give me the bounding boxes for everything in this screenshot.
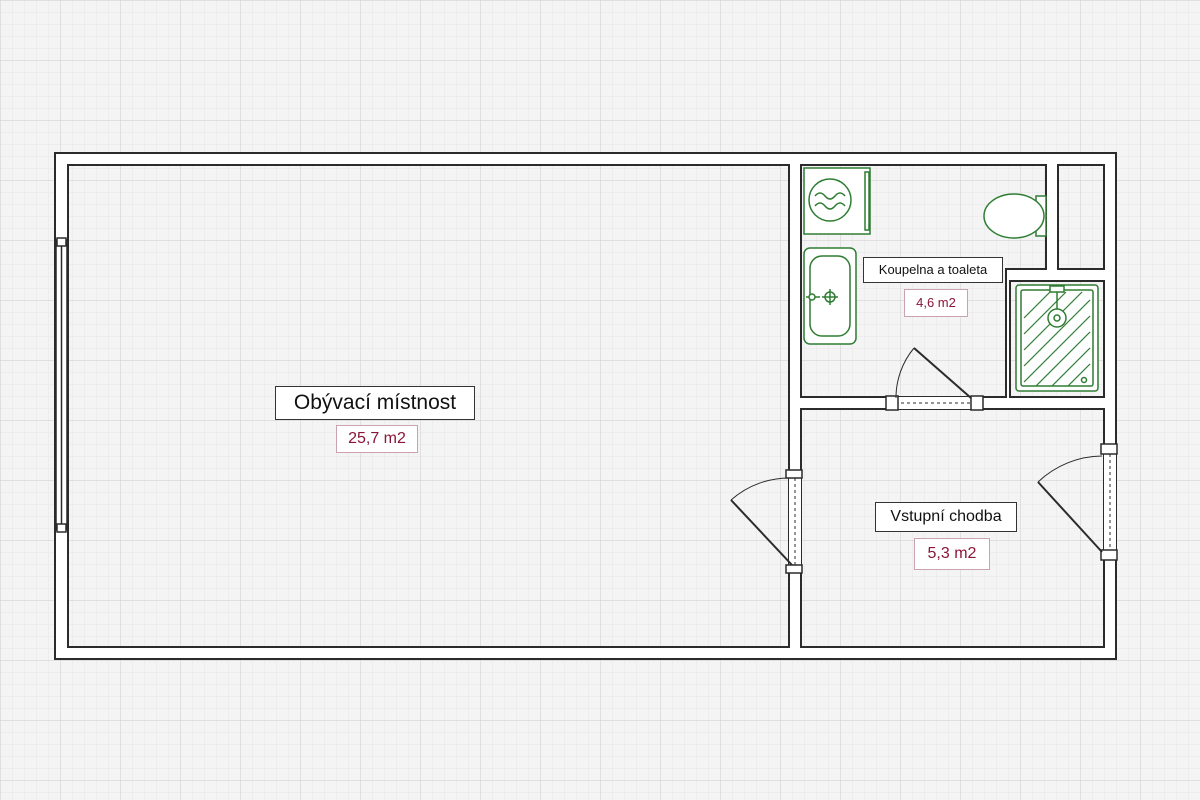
room-area-bathroom: 4,6 m2 [904,289,968,317]
toilet-icon [983,193,1047,239]
shower-icon [1015,284,1099,392]
room-name-living-room: Obývací místnost [275,386,475,420]
room-area-living-room: 25,7 m2 [336,425,418,453]
floor-plan [0,0,1200,800]
room-name-hallway: Vstupní chodba [875,502,1017,532]
sink-icon [803,247,857,345]
room-area-hallway: 5,3 m2 [914,538,990,570]
window [55,237,68,533]
room-name-bathroom: Koupelna a toaleta [863,257,1003,283]
washing-machine-icon [803,167,871,235]
